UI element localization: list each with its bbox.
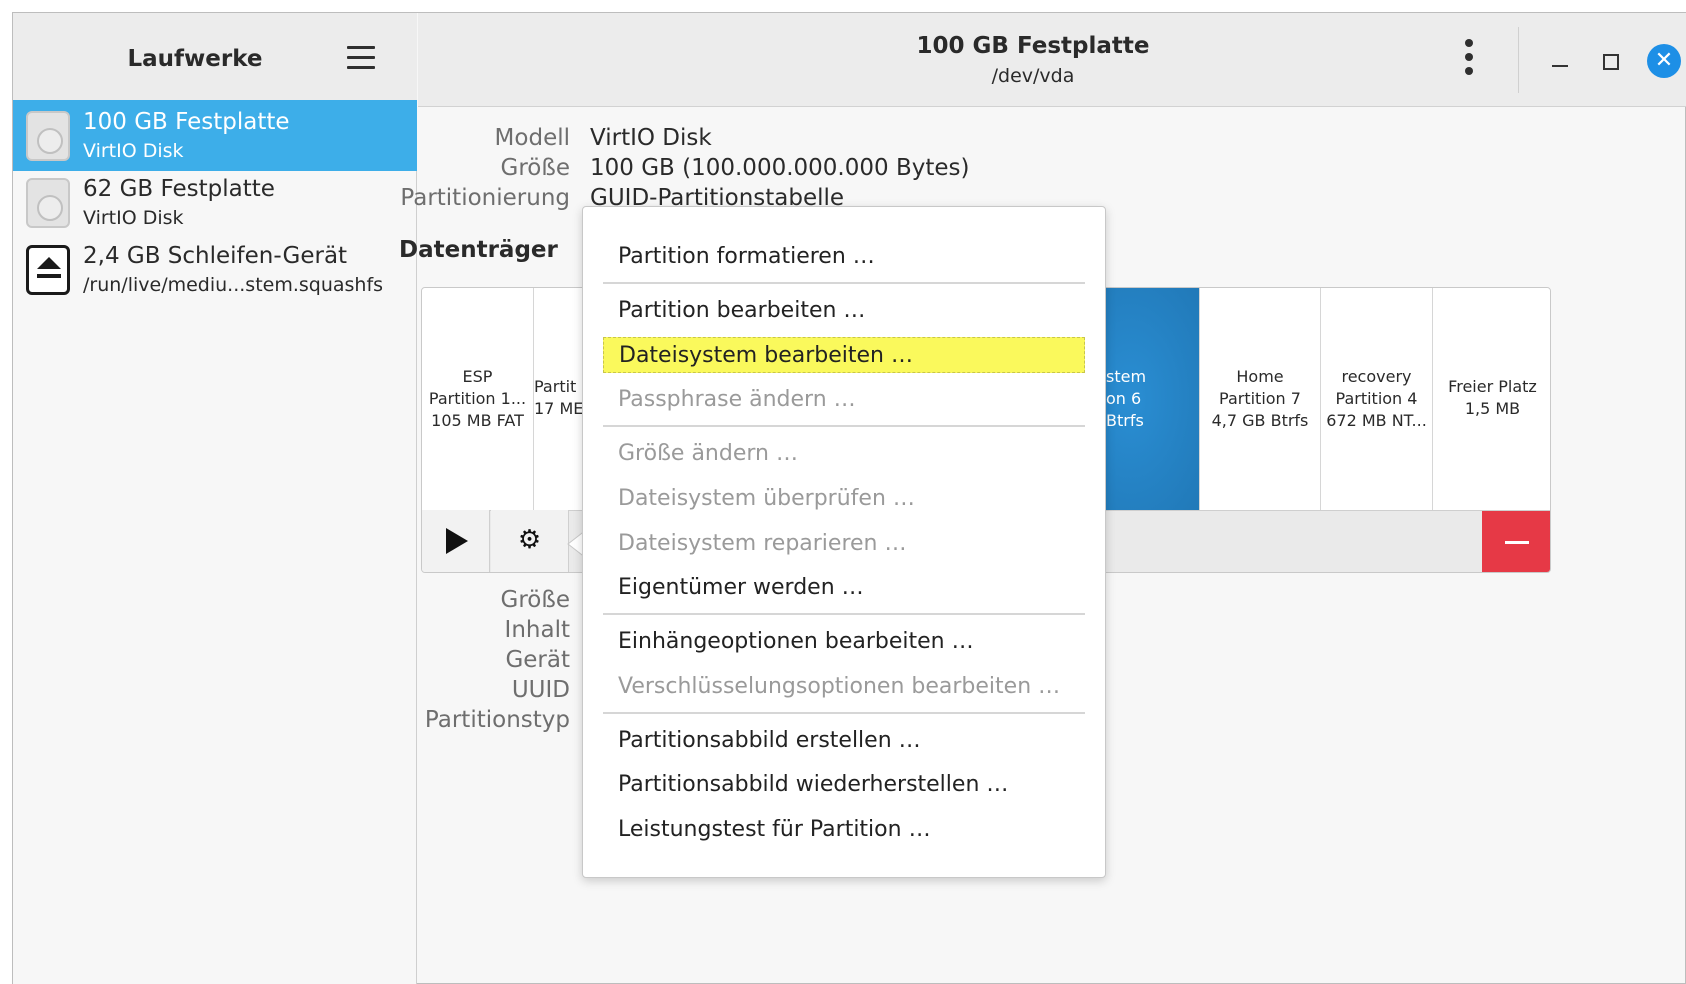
delete-partition-button[interactable] xyxy=(1482,511,1550,572)
menu-separator xyxy=(603,613,1085,615)
menu-item-take-ownership[interactable]: Eigentümer werden … xyxy=(603,570,1085,606)
drive-item-loop[interactable]: 2,4 GB Schleifen-Gerät /run/live/mediu..… xyxy=(13,234,417,305)
segment-line: 4,7 GB Btrfs xyxy=(1211,411,1309,430)
partition-size-label: Größe xyxy=(500,587,570,613)
partition-content-label: Inhalt xyxy=(504,617,570,643)
segment-line: 1,5 MB xyxy=(1464,399,1521,418)
menu-item-format-partition[interactable]: Partition formatieren … xyxy=(603,239,1085,275)
segment-line: Btrfs xyxy=(1106,411,1144,430)
partition-segment-recovery[interactable]: recovery Partition 4 672 MB NT... xyxy=(1321,288,1433,510)
segment-line: 105 MB FAT xyxy=(431,411,524,430)
close-button[interactable]: ✕ xyxy=(1647,44,1681,78)
drive-item-100gb[interactable]: 100 GB Festplatte VirtIO Disk xyxy=(13,100,417,171)
segment-line: stem xyxy=(1106,367,1147,386)
model-label: Modell xyxy=(494,125,570,151)
size-label: Größe xyxy=(500,155,570,181)
menu-separator xyxy=(603,425,1085,427)
maximize-button[interactable] xyxy=(1596,47,1624,75)
partition-segment-2[interactable]: Partit 17 ME xyxy=(534,288,584,510)
menu-item-restore-partition-image[interactable]: Partitionsabbild wiederherstellen … xyxy=(603,767,1085,803)
segment-line: Partition 7 xyxy=(1219,389,1301,408)
partition-segment-esp[interactable]: ESP Partition 1... 105 MB FAT xyxy=(422,288,534,510)
hard-disk-icon xyxy=(26,178,70,228)
segment-line: Freier Platz xyxy=(1448,377,1537,396)
hamburger-menu-icon[interactable] xyxy=(347,46,377,72)
drive-name: 100 GB Festplatte xyxy=(83,109,290,135)
menu-item-edit-mount-options[interactable]: Einhängeoptionen bearbeiten … xyxy=(603,624,1085,660)
menu-item-change-passphrase: Passphrase ändern … xyxy=(618,387,856,412)
volumes-title: Datenträger xyxy=(399,237,558,263)
drive-subtitle: VirtIO Disk xyxy=(83,140,184,162)
segment-line: Home xyxy=(1236,367,1284,386)
partition-segment-free[interactable]: Freier Platz 1,5 MB xyxy=(1433,288,1550,510)
menu-item-edit-partition[interactable]: Partition bearbeiten … xyxy=(603,293,1085,329)
segment-line: Partition 1... xyxy=(428,389,527,408)
segment-line: recovery xyxy=(1341,367,1412,386)
size-value: 100 GB (100.000.000.000 Bytes) xyxy=(590,155,970,181)
menu-item-create-partition-image[interactable]: Partitionsabbild erstellen … xyxy=(603,723,1085,759)
segment-line: ESP xyxy=(462,367,493,386)
minimize-button[interactable] xyxy=(1546,53,1574,73)
menu-item-benchmark-partition[interactable]: Leistungstest für Partition … xyxy=(603,812,1085,848)
menu-item-check-filesystem: Dateisystem überprüfen … xyxy=(618,486,915,511)
more-options-icon[interactable] xyxy=(1463,39,1475,79)
partition-uuid-label: UUID xyxy=(511,677,570,703)
drive-subtitle: VirtIO Disk xyxy=(83,207,184,229)
segment-line: Partition 4 xyxy=(1335,389,1418,408)
sidebar-header: Laufwerke xyxy=(13,13,417,107)
menu-item-edit-encryption-options: Verschlüsselungsoptionen bearbeiten … xyxy=(618,674,1061,699)
header-separator xyxy=(1518,27,1519,93)
mount-play-button[interactable] xyxy=(422,510,490,572)
partition-context-menu: Partition formatieren … Partition bearbe… xyxy=(582,206,1106,878)
menu-item-resize: Größe ändern … xyxy=(618,441,798,466)
eject-icon xyxy=(26,245,70,295)
sidebar: Laufwerke 100 GB Festplatte VirtIO Disk … xyxy=(13,13,417,984)
drive-name: 62 GB Festplatte xyxy=(83,176,275,202)
main-header: 100 GB Festplatte /dev/vda ✕ xyxy=(418,13,1686,107)
partition-type-label: Partitionstyp xyxy=(424,707,570,733)
partition-segment-home[interactable]: Home Partition 7 4,7 GB Btrfs xyxy=(1200,288,1321,510)
segment-line: 17 ME xyxy=(534,399,583,418)
menu-item-repair-filesystem: Dateisystem reparieren … xyxy=(618,531,907,556)
segment-line: on 6 xyxy=(1106,389,1142,408)
menu-separator xyxy=(603,712,1085,714)
menu-separator xyxy=(603,282,1085,284)
segment-line: Partit xyxy=(534,377,577,396)
hard-disk-icon xyxy=(26,111,70,161)
menu-item-edit-filesystem[interactable]: Dateisystem bearbeiten … xyxy=(603,337,1085,373)
partitioning-label: Partitionierung xyxy=(400,185,570,211)
gear-icon[interactable]: ⚙ xyxy=(491,510,569,572)
drive-name: 2,4 GB Schleifen-Gerät xyxy=(83,243,348,269)
model-value: VirtIO Disk xyxy=(590,125,712,151)
segment-line: 672 MB NT... xyxy=(1326,411,1427,430)
drive-subtitle: /run/live/mediu...stem.squashfs xyxy=(83,274,384,296)
drive-item-62gb[interactable]: 62 GB Festplatte VirtIO Disk xyxy=(13,167,417,238)
partition-device-label: Gerät xyxy=(505,647,570,673)
